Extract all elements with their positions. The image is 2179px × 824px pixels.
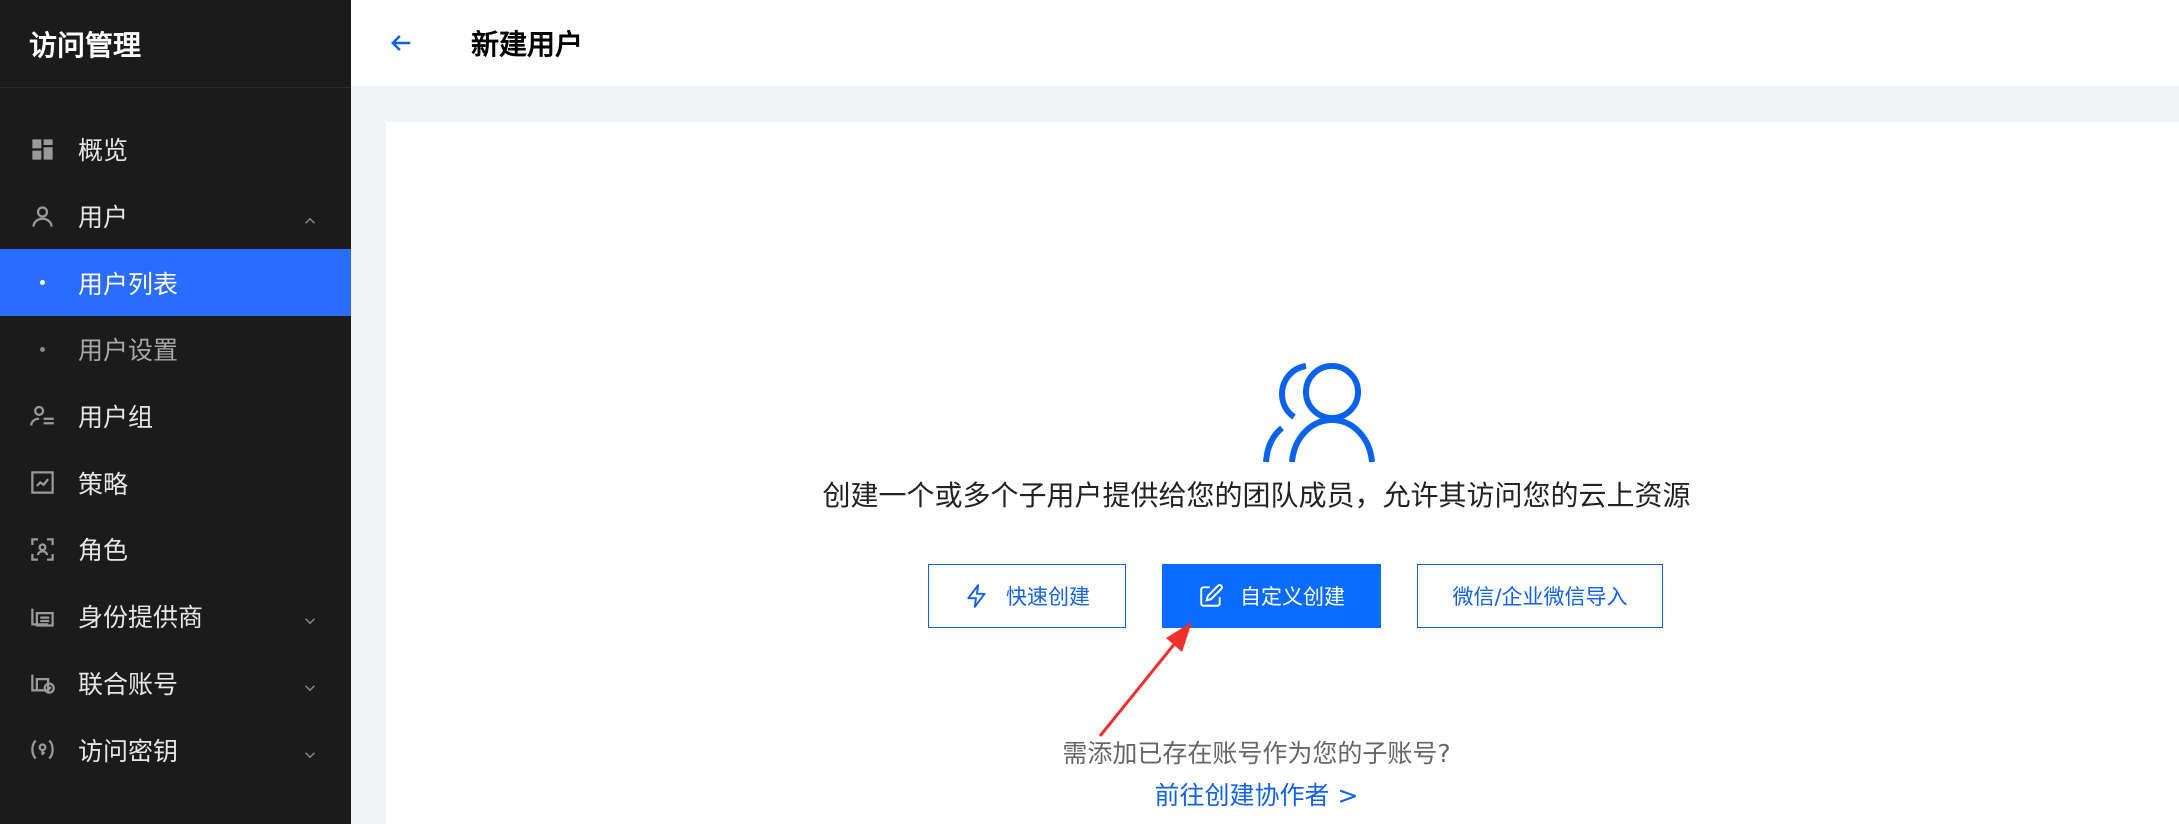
wechat-import-label: 微信/企业微信导入 xyxy=(1452,585,1628,609)
page-header: 新建用户 xyxy=(351,0,2179,86)
bullet-dot xyxy=(40,280,45,286)
description-text: 创建一个或多个子用户提供给您的团队成员，允许其访问您的云上资源 xyxy=(822,479,1691,512)
sidebar-item-label: 联合账号 xyxy=(78,669,179,699)
identity-provider-icon xyxy=(29,603,56,630)
chevron-down-icon xyxy=(301,674,319,692)
sidebar: 访问管理 概览 用户 用户列表 用户设置 用户组 策略 角色 身份提供商 联合账… xyxy=(0,0,351,824)
chevron-down-icon xyxy=(301,607,319,625)
sidebar-item-label: 策略 xyxy=(78,469,129,499)
quick-create-label: 快速创建 xyxy=(1006,585,1090,609)
sidebar-item-label: 身份提供商 xyxy=(78,603,204,633)
policy-icon xyxy=(29,469,56,496)
back-arrow-icon[interactable] xyxy=(381,23,421,63)
chevron-down-icon xyxy=(301,741,319,759)
grid-icon xyxy=(29,136,56,163)
sidebar-item-label: 用户设置 xyxy=(78,336,179,366)
sidebar-item-federated-accounts[interactable]: 联合账号 xyxy=(0,650,351,717)
role-icon xyxy=(29,536,56,563)
sidebar-item-roles[interactable]: 角色 xyxy=(0,516,351,583)
user-group-icon xyxy=(29,403,56,430)
sidebar-title: 访问管理 xyxy=(0,0,351,88)
lightning-icon xyxy=(964,583,990,609)
sidebar-item-user-groups[interactable]: 用户组 xyxy=(0,383,351,450)
sidebar-item-policies[interactable]: 策略 xyxy=(0,449,351,516)
access-key-icon xyxy=(29,736,56,763)
create-button-group: 快速创建 自定义创建 微信/企业微信导入 xyxy=(928,564,1663,628)
page-title: 新建用户 xyxy=(471,28,584,61)
users-icon xyxy=(1248,352,1392,472)
custom-create-label: 自定义创建 xyxy=(1240,585,1345,609)
bullet-dot xyxy=(40,346,45,352)
custom-create-button[interactable]: 自定义创建 xyxy=(1162,564,1381,628)
sidebar-item-label: 访问密钥 xyxy=(78,736,179,766)
sidebar-nav: 概览 用户 用户列表 用户设置 用户组 策略 角色 身份提供商 联合账号 访问密… xyxy=(0,88,351,783)
sidebar-item-label: 概览 xyxy=(78,136,129,166)
sidebar-item-label: 角色 xyxy=(78,536,129,566)
existing-account-note: 需添加已存在账号作为您的子账号? xyxy=(1062,739,1451,768)
sidebar-item-user-list[interactable]: 用户列表 xyxy=(0,249,351,317)
federated-account-icon xyxy=(29,669,56,696)
sidebar-item-overview[interactable]: 概览 xyxy=(0,116,351,183)
wechat-import-button[interactable]: 微信/企业微信导入 xyxy=(1417,564,1663,628)
sidebar-item-label: 用户列表 xyxy=(78,269,179,299)
annotation-arrow xyxy=(1098,622,1192,737)
chevron-up-icon xyxy=(301,207,319,225)
sidebar-item-identity-providers[interactable]: 身份提供商 xyxy=(0,583,351,650)
sidebar-item-label: 用户组 xyxy=(78,403,154,433)
sidebar-item-access-keys[interactable]: 访问密钥 xyxy=(0,716,351,783)
sidebar-item-label: 用户 xyxy=(78,203,129,233)
edit-icon xyxy=(1198,583,1224,609)
user-icon xyxy=(29,203,56,230)
sidebar-item-user-settings[interactable]: 用户设置 xyxy=(0,316,351,383)
sidebar-item-users[interactable]: 用户 xyxy=(0,183,351,250)
quick-create-button[interactable]: 快速创建 xyxy=(928,564,1126,628)
main-panel: 创建一个或多个子用户提供给您的团队成员，允许其访问您的云上资源 快速创建 自定义… xyxy=(386,122,2179,824)
create-collaborator-link[interactable]: 前往创建协作者 > xyxy=(386,776,2127,812)
